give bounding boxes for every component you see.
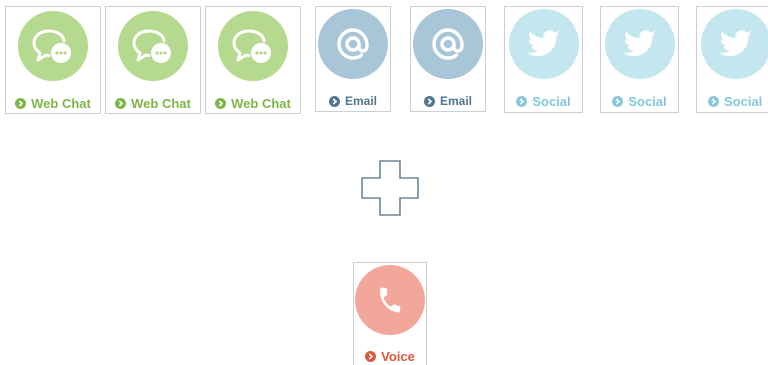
chevron-right-icon — [612, 96, 624, 107]
chevron-right-icon — [516, 96, 528, 107]
channel-label: Web Chat — [206, 96, 300, 111]
channel-label: Email — [411, 94, 485, 108]
chevron-right-icon — [708, 96, 719, 107]
plus-outline-icon — [361, 160, 419, 216]
channel-label: Social — [601, 94, 678, 109]
channel-card-voice[interactable]: Voice — [353, 262, 427, 365]
channel-card-web-chat[interactable]: Web Chat — [105, 6, 201, 114]
channel-label: Social — [697, 94, 768, 109]
at-icon — [318, 9, 388, 79]
channel-label: Web Chat — [6, 96, 100, 111]
channel-label: Web Chat — [106, 96, 200, 111]
channel-card-email[interactable]: Email — [315, 6, 391, 112]
channel-card-social[interactable]: Social — [696, 6, 768, 113]
at-icon — [413, 9, 483, 79]
channel-card-social[interactable]: Social — [600, 6, 679, 113]
channel-card-social[interactable]: Social — [504, 6, 583, 113]
channel-card-web-chat[interactable]: Web Chat — [5, 6, 101, 114]
channel-label: Email — [316, 94, 390, 108]
chat-icon — [218, 11, 288, 81]
chat-icon — [18, 11, 88, 81]
chevron-right-icon — [215, 98, 227, 109]
chevron-right-icon — [115, 98, 127, 109]
channel-card-email[interactable]: Email — [410, 6, 486, 112]
chevron-right-icon — [365, 351, 377, 362]
chevron-right-icon — [15, 98, 27, 109]
channel-label: Social — [505, 94, 582, 109]
phone-icon — [355, 265, 425, 335]
chat-icon — [118, 11, 188, 81]
chevron-right-icon — [328, 95, 340, 107]
channel-card-web-chat[interactable]: Web Chat — [205, 6, 301, 114]
chevron-right-icon — [423, 95, 435, 107]
channel-label: Voice — [354, 349, 426, 364]
twitter-bird-icon — [509, 9, 579, 79]
twitter-bird-icon — [605, 9, 675, 79]
twitter-bird-icon — [701, 9, 768, 79]
